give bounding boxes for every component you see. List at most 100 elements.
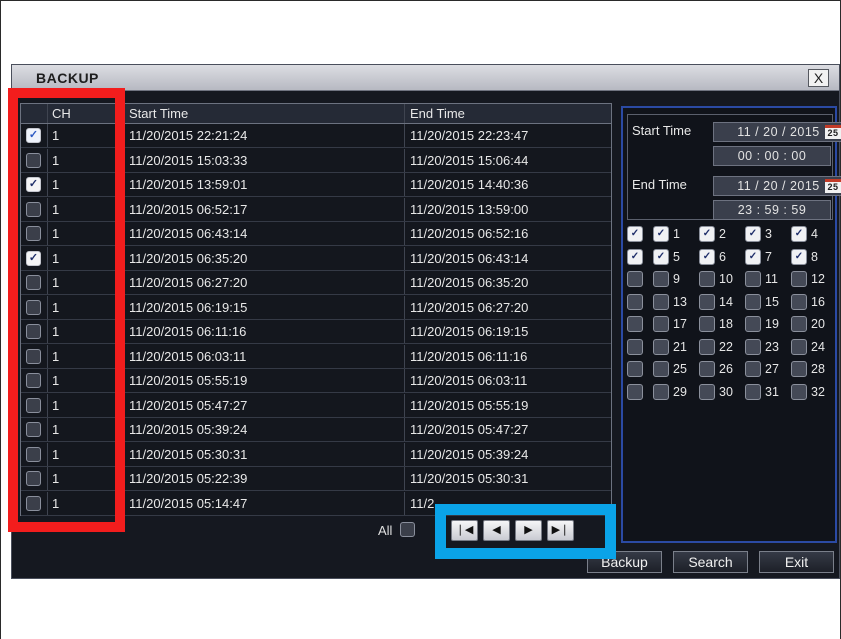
select-all-checkbox[interactable] [400, 522, 415, 537]
row-end-time: 11/20/2015 06:27:20 [410, 299, 529, 315]
channel-checkbox[interactable] [791, 338, 807, 355]
channel-checkbox[interactable] [745, 383, 761, 400]
end-date-field[interactable]: 11 / 20 / 2015 25 [713, 176, 841, 196]
channel-number: 10 [719, 272, 733, 286]
channel-checkbox[interactable] [699, 271, 715, 287]
channel-item[interactable]: 18 [699, 314, 743, 335]
exit-button[interactable]: Exit [759, 551, 834, 573]
row-end-time: 11/20/2015 06:03:11 [410, 373, 528, 388]
channel-item[interactable]: 15 [745, 292, 789, 313]
channel-row-select-checkbox[interactable] [627, 383, 643, 400]
channel-checkbox[interactable] [791, 293, 807, 310]
channel-number: 16 [811, 294, 825, 309]
channel-item[interactable]: ✓ 6 [699, 247, 743, 268]
channel-item[interactable]: ✓ 1 [653, 224, 697, 245]
channel-item[interactable]: 32 [791, 382, 835, 403]
channel-item[interactable]: 19 [745, 314, 789, 335]
channel-checkbox[interactable] [791, 383, 807, 400]
channel-checkbox[interactable] [791, 271, 807, 287]
channel-item[interactable]: 21 [653, 337, 697, 358]
channel-item[interactable]: ✓ 2 [699, 224, 743, 245]
channel-checkbox[interactable]: ✓ [745, 226, 761, 242]
channel-checkbox[interactable] [653, 383, 669, 400]
channel-checkbox[interactable] [653, 316, 669, 332]
search-button[interactable]: Search [673, 551, 748, 573]
channel-checkbox[interactable]: ✓ [653, 248, 669, 265]
channel-checkbox[interactable]: ✓ [791, 226, 807, 242]
channel-item[interactable]: 17 [653, 314, 697, 335]
channel-checkbox[interactable] [699, 316, 715, 332]
channel-item[interactable]: 10 [699, 269, 743, 290]
channel-item[interactable]: 30 [699, 382, 743, 403]
channel-checkbox[interactable] [791, 361, 807, 377]
channel-checkbox[interactable]: ✓ [745, 248, 761, 265]
channel-checkbox[interactable] [745, 338, 761, 355]
end-calendar-icon[interactable]: 25 [825, 179, 841, 193]
channel-row-select-checkbox[interactable] [627, 361, 643, 377]
channel-checkbox[interactable]: ✓ [699, 226, 715, 242]
channel-checkbox[interactable] [745, 271, 761, 287]
row-end-time: 11/20/2015 05:30:31 [410, 471, 529, 486]
channel-item[interactable]: 23 [745, 337, 789, 358]
channel-item[interactable]: 12 [791, 269, 835, 290]
channel-item[interactable]: ✓ 4 [791, 224, 835, 245]
channel-checkbox[interactable]: ✓ [699, 248, 715, 265]
channel-checkbox[interactable]: ✓ [653, 226, 669, 242]
channel-row-select-checkbox[interactable]: ✓ [627, 248, 643, 265]
channel-item[interactable]: 22 [699, 337, 743, 358]
channel-row: 17 18 19 20 [627, 314, 833, 335]
channel-number: 7 [765, 249, 772, 264]
channel-checkbox[interactable] [745, 316, 761, 332]
channel-checkbox[interactable] [653, 271, 669, 287]
row-start-time: 11/20/2015 05:39:24 [124, 418, 405, 441]
channel-number: 3 [765, 227, 772, 241]
channel-item[interactable]: 11 [745, 269, 789, 290]
channel-item[interactable]: 9 [653, 269, 697, 290]
channel-item[interactable]: 27 [745, 359, 789, 380]
channel-item[interactable]: 20 [791, 314, 835, 335]
start-date-field[interactable]: 11 / 20 / 2015 25 [713, 122, 841, 142]
channel-checkbox[interactable] [653, 338, 669, 355]
channel-item[interactable]: ✓ 3 [745, 224, 789, 245]
channel-checkbox[interactable] [699, 383, 715, 400]
channel-number: 14 [719, 294, 733, 309]
channel-checkbox[interactable]: ✓ [791, 248, 807, 265]
end-time-field[interactable]: 23 : 59 : 59 [713, 200, 831, 220]
channel-item[interactable]: ✓ 8 [791, 247, 835, 268]
channel-row-select-checkbox[interactable] [627, 293, 643, 310]
header-start-time: Start Time [124, 104, 405, 123]
row-start-time: 11/20/2015 05:55:19 [124, 369, 405, 392]
channel-checkbox[interactable] [699, 338, 715, 355]
channel-item[interactable]: 29 [653, 382, 697, 403]
channel-item[interactable]: 26 [699, 359, 743, 380]
channel-checkbox[interactable] [745, 293, 761, 310]
channel-number: 23 [765, 339, 779, 354]
channel-row-select-checkbox[interactable] [627, 271, 643, 287]
channel-item[interactable]: ✓ 7 [745, 247, 789, 268]
channel-item[interactable]: ✓ 5 [653, 247, 697, 268]
channel-item[interactable]: 13 [653, 292, 697, 313]
channel-checkbox[interactable] [699, 361, 715, 377]
channel-item[interactable]: 25 [653, 359, 697, 380]
row-start-time: 11/20/2015 06:35:20 [124, 246, 405, 270]
channel-checkbox[interactable] [699, 293, 715, 310]
channel-row-select-checkbox[interactable]: ✓ [627, 226, 643, 242]
start-time-field[interactable]: 00 : 00 : 00 [713, 146, 831, 166]
channel-number: 29 [673, 384, 687, 399]
channel-item[interactable]: 16 [791, 292, 835, 313]
start-calendar-icon[interactable]: 25 [825, 125, 841, 139]
filter-panel: Start Time 11 / 20 / 2015 25 00 : 00 : 0… [621, 106, 841, 543]
channel-checkbox[interactable] [653, 293, 669, 310]
channel-row-select-checkbox[interactable] [627, 316, 643, 332]
channel-row-select-checkbox[interactable] [627, 338, 643, 355]
close-button[interactable]: X [808, 69, 829, 87]
channel-item[interactable]: 28 [791, 359, 835, 380]
channel-item[interactable]: 24 [791, 337, 835, 358]
channel-checkbox[interactable] [653, 361, 669, 377]
channel-checkbox[interactable] [791, 316, 807, 332]
channel-item[interactable]: 14 [699, 292, 743, 313]
channel-number: 6 [719, 249, 726, 264]
channel-item[interactable]: 31 [745, 382, 789, 403]
row-start-time: 11/20/2015 06:11:16 [124, 320, 405, 343]
channel-checkbox[interactable] [745, 361, 761, 377]
